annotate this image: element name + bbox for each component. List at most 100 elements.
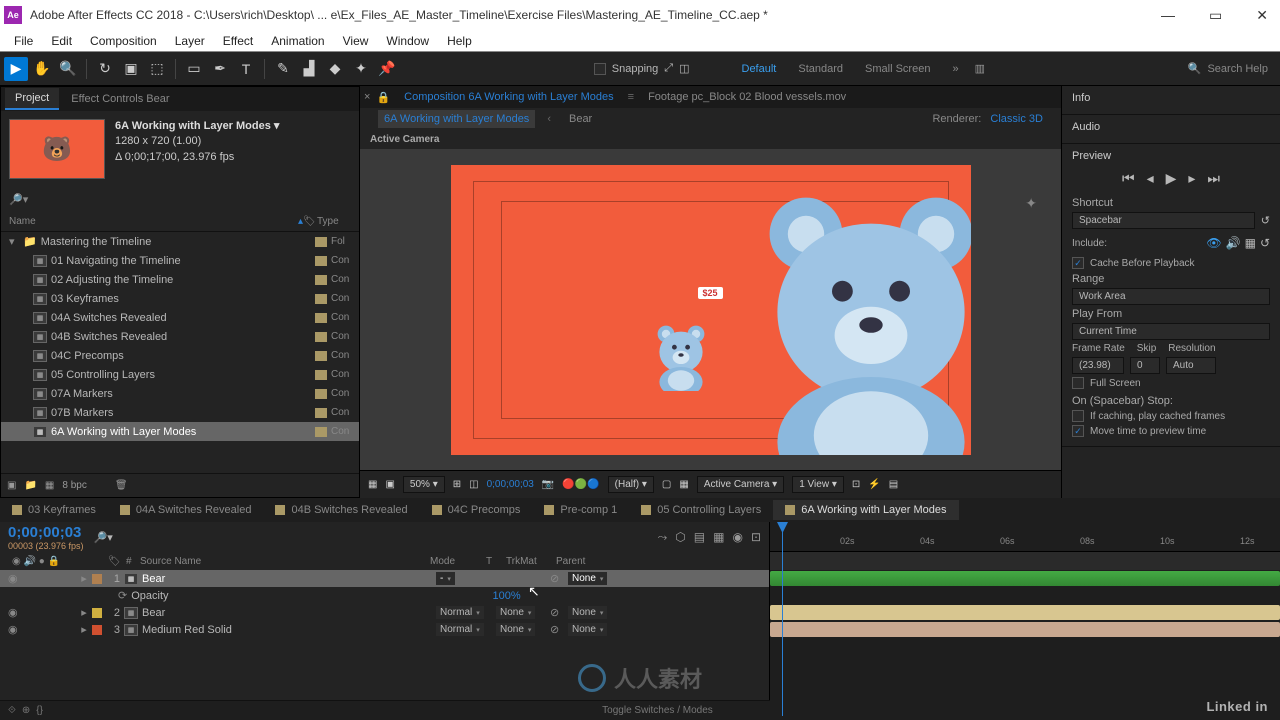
toggle-switches-label[interactable]: Toggle Switches / Modes bbox=[602, 705, 713, 716]
trash-icon[interactable]: 🗑 bbox=[115, 480, 128, 491]
eraser-tool[interactable]: ◆ bbox=[323, 57, 347, 81]
comp-mini-flow-icon[interactable]: ⤳ bbox=[658, 530, 668, 545]
roi-icon[interactable]: ▢ bbox=[662, 479, 671, 490]
project-item[interactable]: ▦02 Adjusting the TimelineCon bbox=[1, 270, 359, 289]
viewport-time[interactable]: 0;00;00;03 bbox=[487, 479, 534, 490]
playfrom-dropdown[interactable]: Current Time bbox=[1072, 323, 1270, 340]
type-tool[interactable]: T bbox=[234, 57, 258, 81]
brush-tool[interactable]: ✎ bbox=[271, 57, 295, 81]
new-comp-icon[interactable]: ▦ bbox=[45, 480, 54, 491]
project-search[interactable]: 🔎▾ bbox=[9, 193, 351, 206]
lock-icon[interactable]: 🔒 bbox=[376, 91, 390, 104]
bpc-label[interactable]: 8 bpc bbox=[62, 480, 86, 491]
guide-icon[interactable]: ◫ bbox=[469, 479, 478, 490]
project-item[interactable]: ▦04A Switches RevealedCon bbox=[1, 308, 359, 327]
canvas[interactable]: $25 bbox=[451, 165, 971, 455]
project-item[interactable]: ▦04C PrecompsCon bbox=[1, 346, 359, 365]
layer-2-bar[interactable] bbox=[770, 605, 1280, 620]
timeline-tab[interactable]: 05 Controlling Layers bbox=[629, 500, 773, 520]
snap-opt2-icon[interactable]: ◫ bbox=[679, 62, 689, 75]
workspace-panel-icon[interactable]: ▥ bbox=[975, 62, 985, 75]
renderer-value[interactable]: Classic 3D bbox=[990, 113, 1043, 125]
mask-icon[interactable]: ▣ bbox=[385, 479, 394, 490]
tab-project[interactable]: Project bbox=[5, 88, 59, 110]
fast-preview-icon[interactable]: ⚡ bbox=[868, 479, 880, 490]
zoom-tool[interactable]: 🔍 bbox=[56, 57, 80, 81]
timecode[interactable]: 0;00;00;03 bbox=[8, 524, 84, 541]
menu-composition[interactable]: Composition bbox=[82, 32, 165, 50]
timeline-tab[interactable]: 03 Keyframes bbox=[0, 500, 108, 520]
project-item[interactable]: ▦03 KeyframesCon bbox=[1, 289, 359, 308]
layer-row[interactable]: ⟳ Opacity100% bbox=[0, 587, 769, 604]
project-item[interactable]: ▦07A MarkersCon bbox=[1, 384, 359, 403]
time-ruler[interactable]: 02s04s06s08s10s12s bbox=[770, 522, 1280, 552]
comp-subtab-active[interactable]: 6A Working with Layer Modes bbox=[378, 110, 535, 128]
timeline-search[interactable]: 🔎▾ bbox=[94, 531, 113, 544]
layer-3-bar[interactable] bbox=[770, 622, 1280, 637]
minimize-button[interactable]: — bbox=[1153, 3, 1183, 28]
snap-opt1-icon[interactable]: ⤢ bbox=[664, 62, 673, 75]
draft3d-icon[interactable]: ⬡ bbox=[675, 530, 685, 545]
puppet-tool[interactable]: 📌 bbox=[375, 57, 399, 81]
panel-audio[interactable]: Audio bbox=[1072, 121, 1270, 133]
project-item[interactable]: ▦6A Working with Layer ModesCon bbox=[1, 422, 359, 441]
layer-row[interactable]: ◉▸3▦Medium Red SolidNormalNone⊘None bbox=[0, 621, 769, 638]
stop-move-checkbox[interactable] bbox=[1072, 425, 1084, 437]
selection-tool[interactable]: ▶ bbox=[4, 57, 28, 81]
menu-window[interactable]: Window bbox=[378, 32, 437, 50]
rotate-tool[interactable]: ↻ bbox=[93, 57, 117, 81]
grid-icon[interactable]: ▦ bbox=[368, 479, 377, 490]
menu-help[interactable]: Help bbox=[439, 32, 480, 50]
cache-checkbox[interactable] bbox=[1072, 257, 1084, 269]
resolution-dropdown[interactable]: Auto bbox=[1166, 357, 1216, 374]
comp-subtab-bear[interactable]: Bear bbox=[563, 110, 598, 128]
toggle-icon2[interactable]: ⊕ bbox=[22, 705, 30, 716]
reset-icon[interactable]: ↺ bbox=[1261, 214, 1270, 227]
snapshot-icon[interactable]: 📷 bbox=[542, 479, 554, 490]
include-overlays-icon[interactable]: ▦ bbox=[1245, 236, 1256, 250]
camera-marker-icon[interactable]: ✦ bbox=[1025, 195, 1037, 212]
transparency-icon[interactable]: ▦ bbox=[679, 479, 688, 490]
timeline-tab[interactable]: 04A Switches Revealed bbox=[108, 500, 264, 520]
interpret-icon[interactable]: ▣ bbox=[7, 480, 16, 491]
toggle-icon3[interactable]: {} bbox=[36, 705, 43, 716]
last-frame-button[interactable]: ⏭ bbox=[1207, 170, 1220, 187]
tab-composition[interactable]: Composition 6A Working with Layer Modes bbox=[396, 88, 622, 106]
menu-animation[interactable]: Animation bbox=[263, 32, 332, 50]
next-frame-button[interactable]: ▸ bbox=[1188, 170, 1195, 187]
project-item[interactable]: ▦04B Switches RevealedCon bbox=[1, 327, 359, 346]
timeline-tab[interactable]: 04B Switches Revealed bbox=[263, 500, 419, 520]
workspace-small[interactable]: Small Screen bbox=[855, 59, 940, 79]
menu-layer[interactable]: Layer bbox=[167, 32, 213, 50]
views-dropdown[interactable]: 1 View ▾ bbox=[792, 476, 844, 493]
stop-cache-checkbox[interactable] bbox=[1072, 410, 1084, 422]
layer-row[interactable]: ◉▸2▦BearNormalNone⊘None bbox=[0, 604, 769, 621]
panel-preview[interactable]: Preview bbox=[1072, 150, 1270, 162]
camera-tool[interactable]: ▣ bbox=[119, 57, 143, 81]
workspace-overflow-icon[interactable]: » bbox=[952, 63, 958, 75]
workspace-default[interactable]: Default bbox=[732, 59, 787, 79]
zoom-dropdown[interactable]: 50% ▾ bbox=[403, 476, 445, 493]
prev-frame-button[interactable]: ◂ bbox=[1147, 170, 1154, 187]
current-time-indicator[interactable] bbox=[782, 522, 783, 716]
roto-tool[interactable]: ✦ bbox=[349, 57, 373, 81]
snapping-checkbox[interactable] bbox=[594, 63, 606, 75]
close-button[interactable]: ✕ bbox=[1248, 3, 1276, 28]
framerate-dropdown[interactable]: (23.98) bbox=[1072, 357, 1124, 374]
hand-tool[interactable]: ✋ bbox=[30, 57, 54, 81]
play-button[interactable]: ▶ bbox=[1166, 170, 1177, 187]
fullscreen-checkbox[interactable] bbox=[1072, 377, 1084, 389]
pan-behind-tool[interactable]: ⬚ bbox=[145, 57, 169, 81]
col-mode[interactable]: Mode bbox=[426, 556, 482, 567]
composition-viewport[interactable]: $25 ✦ bbox=[360, 149, 1061, 470]
layer-1-bar[interactable] bbox=[770, 571, 1280, 586]
panel-info[interactable]: Info bbox=[1072, 92, 1270, 104]
col-source[interactable]: Source Name bbox=[136, 556, 426, 567]
menu-view[interactable]: View bbox=[335, 32, 377, 50]
skip-dropdown[interactable]: 0 bbox=[1130, 357, 1160, 374]
shortcut-dropdown[interactable]: Spacebar bbox=[1072, 212, 1255, 229]
timeline-tab[interactable]: 04C Precomps bbox=[420, 500, 533, 520]
timeline-tab[interactable]: Pre-comp 1 bbox=[532, 500, 629, 520]
first-frame-button[interactable]: ⏮ bbox=[1122, 170, 1135, 187]
channels-icon[interactable]: 🔴🟢🔵 bbox=[562, 479, 599, 490]
